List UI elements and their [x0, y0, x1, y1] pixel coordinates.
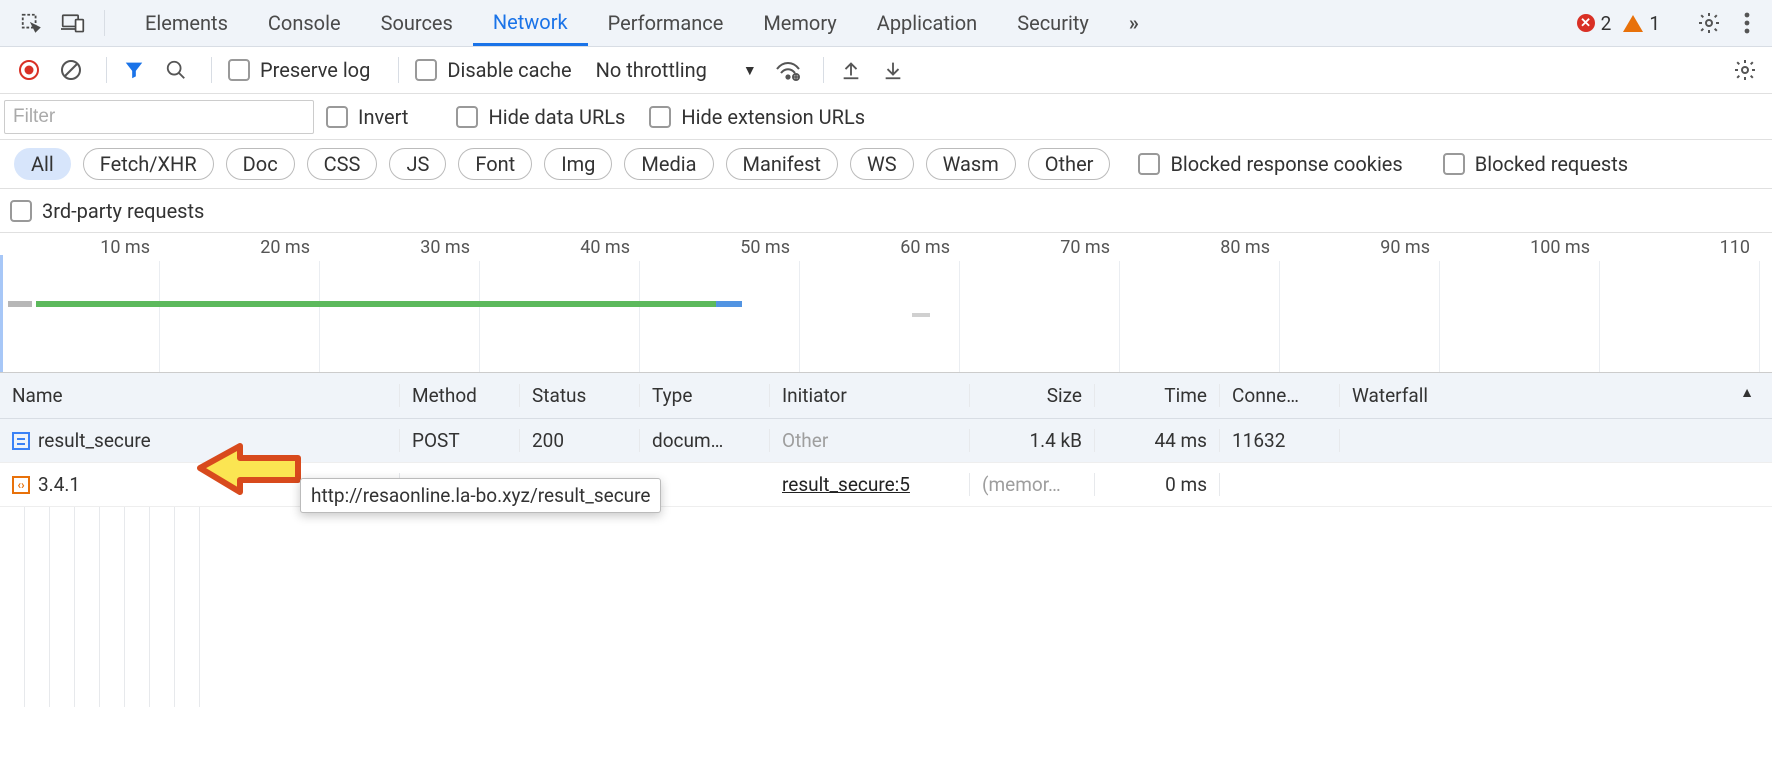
- timeline-tick: 50 ms: [640, 237, 800, 257]
- device-toggle-icon[interactable]: [58, 8, 88, 38]
- filter-input[interactable]: [4, 100, 314, 134]
- col-connection[interactable]: Conne…: [1220, 384, 1340, 407]
- request-type: docum…: [640, 429, 770, 452]
- request-name: result_secure: [38, 429, 151, 452]
- filter-icon[interactable]: [117, 53, 151, 87]
- col-method[interactable]: Method: [400, 384, 520, 407]
- pill-img[interactable]: Img: [544, 148, 612, 180]
- timeline-overview[interactable]: 10 ms20 ms30 ms40 ms50 ms60 ms70 ms80 ms…: [0, 233, 1772, 373]
- tab-security[interactable]: Security: [997, 0, 1109, 46]
- issues-badges[interactable]: ✕ 2 1: [1577, 12, 1668, 35]
- warning-count: 1: [1649, 12, 1660, 35]
- timeline-tick: 40 ms: [480, 237, 640, 257]
- pill-wasm[interactable]: Wasm: [926, 148, 1016, 180]
- preserve-log-checkbox[interactable]: Preserve log: [228, 58, 370, 82]
- pill-ws[interactable]: WS: [850, 148, 914, 180]
- timeline-tick: 100 ms: [1440, 237, 1600, 257]
- request-size: (memor…: [970, 473, 1095, 496]
- pill-fetch-xhr[interactable]: Fetch/XHR: [83, 148, 214, 180]
- url-tooltip: http://resaonline.la-bo.xyz/result_secur…: [300, 478, 661, 513]
- throttling-value: No throttling: [596, 58, 707, 82]
- record-button[interactable]: [12, 53, 46, 87]
- kebab-menu-icon[interactable]: [1732, 8, 1762, 38]
- pill-all[interactable]: All: [14, 148, 71, 180]
- request-time: 44 ms: [1095, 429, 1220, 452]
- warning-icon: [1623, 15, 1643, 32]
- timeline-tick: 10 ms: [0, 237, 160, 257]
- col-status[interactable]: Status: [520, 384, 640, 407]
- invert-checkbox[interactable]: Invert: [326, 105, 408, 129]
- request-status: 200: [520, 429, 640, 452]
- request-row[interactable]: result_secure POST200docum…Other1.4 kB44 …: [0, 419, 1772, 463]
- tab-elements[interactable]: Elements: [125, 0, 248, 46]
- blocked-requests-label: Blocked requests: [1475, 152, 1628, 176]
- third-party-checkbox[interactable]: 3rd-party requests: [10, 199, 204, 223]
- request-name: 3.4.1: [38, 473, 80, 496]
- tabs-more[interactable]: »: [1109, 0, 1159, 46]
- request-initiator: Other: [770, 429, 970, 452]
- timeline-tick: 60 ms: [800, 237, 960, 257]
- preserve-log-label: Preserve log: [260, 58, 370, 82]
- third-party-label: 3rd-party requests: [42, 199, 204, 223]
- invert-label: Invert: [358, 105, 408, 129]
- tab-network[interactable]: Network: [473, 0, 588, 46]
- blocked-requests-checkbox[interactable]: Blocked requests: [1443, 152, 1628, 176]
- request-size: 1.4 kB: [970, 429, 1095, 452]
- pill-media[interactable]: Media: [624, 148, 713, 180]
- request-row[interactable]: ‹› 3.4.1 result_secure:5(memor…0 ms: [0, 463, 1772, 507]
- gear-icon[interactable]: [1694, 8, 1724, 38]
- hide-data-urls-label: Hide data URLs: [488, 105, 625, 129]
- sort-arrow-icon: ▲: [1740, 384, 1754, 401]
- request-connection: 11632: [1220, 429, 1340, 452]
- throttling-select[interactable]: No throttling ▼: [596, 58, 757, 82]
- request-method: POST: [400, 429, 520, 452]
- col-time[interactable]: Time: [1095, 384, 1220, 407]
- download-har-icon[interactable]: [876, 53, 910, 87]
- col-waterfall[interactable]: Waterfall▲: [1340, 384, 1772, 407]
- inspect-icon[interactable]: [16, 8, 46, 38]
- hide-ext-urls-checkbox[interactable]: Hide extension URLs: [649, 105, 865, 129]
- document-icon: [12, 432, 30, 450]
- error-icon: ✕: [1577, 14, 1595, 32]
- timeline-tick: 80 ms: [1120, 237, 1280, 257]
- col-name[interactable]: Name: [0, 384, 400, 407]
- tab-console[interactable]: Console: [248, 0, 361, 46]
- disable-cache-label: Disable cache: [447, 58, 571, 82]
- pill-doc[interactable]: Doc: [226, 148, 295, 180]
- timeline-tick: 20 ms: [160, 237, 320, 257]
- blocked-cookies-checkbox[interactable]: Blocked response cookies: [1138, 152, 1402, 176]
- network-settings-icon[interactable]: [1730, 55, 1760, 85]
- tab-memory[interactable]: Memory: [743, 0, 856, 46]
- network-conditions-icon[interactable]: [771, 53, 805, 87]
- timeline-tick: 70 ms: [960, 237, 1120, 257]
- col-size[interactable]: Size: [970, 384, 1095, 407]
- tab-sources[interactable]: Sources: [361, 0, 473, 46]
- error-count: 2: [1601, 12, 1612, 35]
- request-time: 0 ms: [1095, 473, 1220, 496]
- search-icon[interactable]: [159, 53, 193, 87]
- pill-manifest[interactable]: Manifest: [726, 148, 838, 180]
- pill-font[interactable]: Font: [458, 148, 532, 180]
- upload-har-icon[interactable]: [834, 53, 868, 87]
- request-initiator[interactable]: result_secure:5: [770, 473, 970, 496]
- tab-application[interactable]: Application: [857, 0, 997, 46]
- pill-other[interactable]: Other: [1028, 148, 1111, 180]
- pill-js[interactable]: JS: [389, 148, 446, 180]
- clear-button[interactable]: [54, 53, 88, 87]
- script-icon: ‹›: [12, 476, 30, 494]
- hide-data-urls-checkbox[interactable]: Hide data URLs: [456, 105, 625, 129]
- disable-cache-checkbox[interactable]: Disable cache: [415, 58, 571, 82]
- pill-css[interactable]: CSS: [307, 148, 378, 180]
- blocked-cookies-label: Blocked response cookies: [1170, 152, 1402, 176]
- col-initiator[interactable]: Initiator: [770, 384, 970, 407]
- col-type[interactable]: Type: [640, 384, 770, 407]
- chevron-down-icon: ▼: [743, 62, 757, 79]
- timeline-tick: 30 ms: [320, 237, 480, 257]
- hide-ext-urls-label: Hide extension URLs: [681, 105, 865, 129]
- timeline-tick: 90 ms: [1280, 237, 1440, 257]
- tab-performance[interactable]: Performance: [588, 0, 744, 46]
- timeline-tick: 110: [1600, 237, 1760, 257]
